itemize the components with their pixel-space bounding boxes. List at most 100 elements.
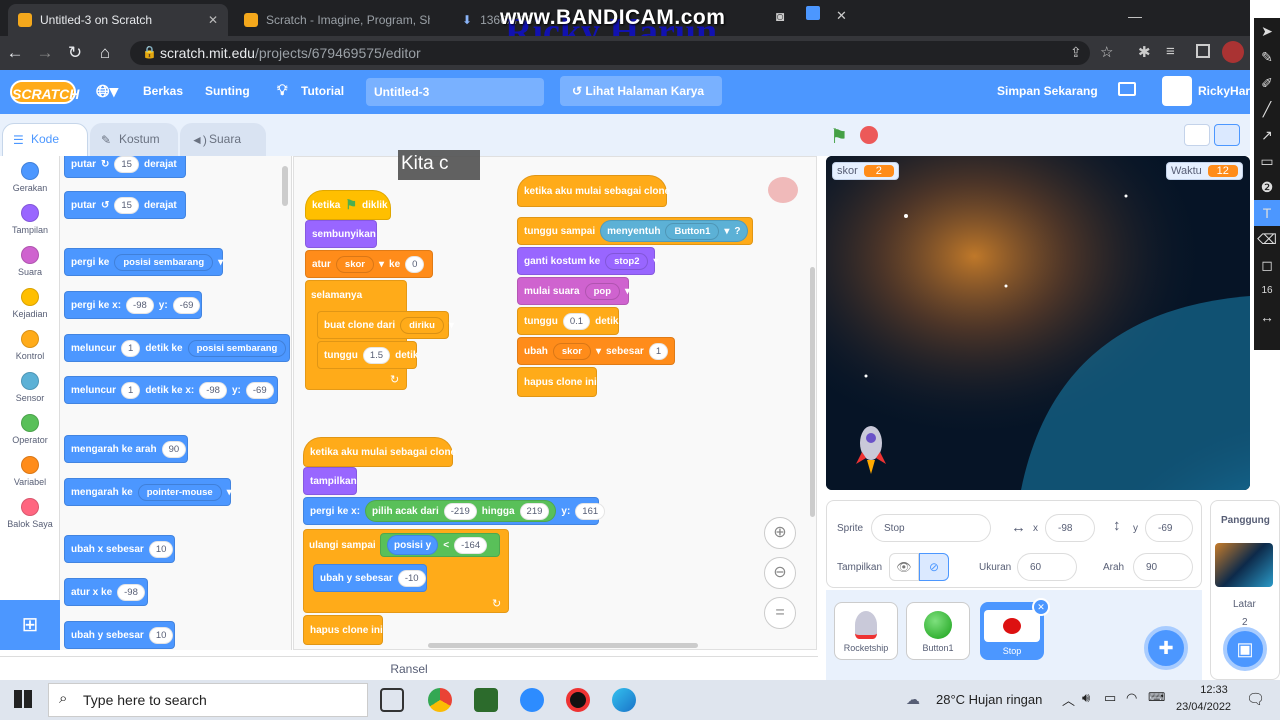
pen-size-value[interactable]: 16 [1254,278,1280,304]
hide-eye-icon[interactable]: ⊘ [919,553,949,581]
zoom-in-icon[interactable]: ⊕ [764,517,796,549]
browser-tab-scratch-editor[interactable]: Untitled-3 on Scratch ✕ [8,4,228,36]
scratch-logo[interactable]: SCRATCH [10,80,79,104]
extensions-icon[interactable]: ✱ [1138,43,1151,61]
block-set-x[interactable]: atur x ke -98 [64,578,148,606]
clock-date[interactable]: 23/04/2022 [1176,701,1231,713]
sprite-tile-rocketship[interactable]: Rocketship [834,602,898,660]
share-icon[interactable]: ⇪ [1070,44,1082,61]
weather-text[interactable]: 28°C Hujan ringan [936,692,1042,707]
zoom-out-icon[interactable]: ⊖ [764,557,796,589]
rectangle-icon[interactable]: ▭ [1254,148,1280,174]
wifi-icon[interactable]: ◠ [1126,690,1137,706]
tray-chevron-icon[interactable]: ︿ [1062,690,1075,709]
stage-target-panel[interactable]: Panggung Latar 2 ▣ [1210,500,1280,680]
block-y-position[interactable]: posisi y [387,535,439,555]
palette-scrollbar[interactable] [282,166,288,206]
back-icon[interactable]: ← [0,43,30,63]
username[interactable]: RickyHaru [1198,84,1257,98]
category-control[interactable]: Kontrol [0,330,60,361]
vertical-scrollbar[interactable] [810,267,815,517]
task-view-icon[interactable] [380,688,404,712]
category-looks[interactable]: Tampilan [0,204,60,235]
category-motion[interactable]: Gerakan [0,162,60,193]
marker-icon[interactable]: ✐ [1254,70,1280,96]
block-glide-xy[interactable]: meluncur 1 detik ke x: -98 y: -69 [64,376,278,404]
block-point-direction[interactable]: mengarah ke arah 90 [64,435,188,463]
chrome-icon[interactable] [428,688,452,712]
block-point-towards[interactable]: mengarah ke pointer-mouse ▾ [64,478,232,506]
block-switch-costume[interactable]: ganti kostum ke stop2 ▾ [517,247,659,275]
small-stage-button[interactable] [1184,124,1210,146]
add-extension-button[interactable]: ⊞ [0,600,60,650]
camera-icon[interactable]: ◙ [776,8,784,24]
block-wait-until[interactable]: tunggu sampai menyentuh Button1 ▾? [517,217,753,245]
expand-icon[interactable]: ↔ [1254,304,1280,330]
media-icon[interactable]: ≡ [1166,43,1175,60]
block-less-than[interactable]: posisi y < -164 [380,533,500,557]
tab-sounds[interactable]: ◄) Suara [180,123,266,157]
sidepanel-icon[interactable] [1196,44,1210,58]
block-touching[interactable]: menyentuh Button1 ▾? [600,220,748,242]
block-wait[interactable]: tunggu 0.1 detik [517,307,619,335]
hat-when-flag-clicked[interactable]: ketika ⚑ diklik [305,190,391,220]
backpack[interactable]: Ransel [0,656,818,680]
block-glide-to[interactable]: meluncur1detik keposisi sembarang▾ [64,334,290,362]
direction-input[interactable]: 90 [1133,553,1193,581]
block-delete-clone[interactable]: hapus clone ini [517,367,597,397]
edge-icon[interactable] [612,688,636,712]
pencil-icon[interactable]: ✎ [1254,44,1280,70]
zoom-app-icon[interactable] [520,688,544,712]
language-icon[interactable]: ⌨ [1148,690,1165,704]
tab-code[interactable]: ☰ Kode [2,123,88,157]
stop-icon[interactable] [860,126,878,144]
sprite-tile-button1[interactable]: Button1 [906,602,970,660]
browser-tab-scratch-home[interactable]: Scratch - Imagine, Program, Sh✕ [234,4,430,36]
green-flag-icon[interactable]: ⚑ [830,124,848,149]
delete-sprite-icon[interactable]: ✕ [1032,598,1050,616]
x-input[interactable]: -98 [1045,514,1095,542]
menu-file[interactable]: Berkas [143,84,183,98]
block-goto-xy[interactable]: pergi ke x: -98 y: -69 [64,291,202,319]
block-set-variable[interactable]: atur skor ▾ ke 0 [305,250,433,278]
stage-canvas[interactable]: skor 2 Waktu 12 [826,156,1250,490]
block-wait[interactable]: tunggu 1.5 detik [317,341,418,369]
category-my-blocks[interactable]: Balok Saya [0,498,60,529]
user-avatar[interactable] [1162,76,1192,106]
hat-when-start-as-clone[interactable]: ketika aku mulai sebagai clone [517,175,670,207]
block-change-variable[interactable]: ubah skor ▾ sebesar 1 [517,337,675,365]
bookmark-star-icon[interactable]: ☆ [1100,43,1113,61]
see-project-page-button[interactable]: ↺ Lihat Halaman Karya [560,76,722,106]
block-goto[interactable]: pergi ke posisi sembarang ▾ [64,248,223,276]
close-tab-icon[interactable]: ✕ [208,13,218,27]
hat-when-start-as-clone[interactable]: ketika aku mulai sebagai clone [303,437,456,467]
bandicam-icon[interactable] [566,688,590,712]
number-icon[interactable]: ❷ [1254,174,1280,200]
language-globe-icon[interactable]: 🌐︎▾ [96,82,118,102]
block-pick-random[interactable]: pilih acak dari -219 hingga 219 [365,500,557,522]
block-change-y[interactable]: ubah y sebesar 10 [64,621,175,649]
block-goto-xy[interactable]: pergi ke x: pilih acak dari -219 hingga 219 y… [303,497,606,525]
eraser-icon[interactable]: ⌫ [1254,226,1280,252]
close-icon[interactable]: ✕ [836,8,847,24]
pen-icon[interactable] [806,6,820,20]
category-variables[interactable]: Variabel [0,456,60,487]
show-visible-eye-icon[interactable]: 👁︎ [889,553,919,581]
battery-icon[interactable]: ▭ [1104,690,1116,706]
category-sound[interactable]: Suara [0,246,60,277]
zoom-reset-icon[interactable]: = [764,597,796,629]
horizontal-scrollbar[interactable] [428,643,698,648]
menu-edit[interactable]: Sunting [205,84,250,98]
profile-avatar[interactable] [1222,41,1244,63]
block-create-clone[interactable]: buat clone dari diriku ▾ [317,311,454,339]
text-tool-icon[interactable]: T [1254,200,1280,226]
cursor-icon[interactable]: ➤ [1254,18,1280,44]
reload-icon[interactable]: ↻ [60,43,90,63]
block-turn-right[interactable]: putar ↻ 15 derajat [64,156,186,178]
block-hide[interactable]: sembunyikan [305,220,377,248]
category-events[interactable]: Kejadian [0,288,60,319]
block-delete-clone[interactable]: hapus clone ini [303,615,383,645]
category-sensing[interactable]: Sensor [0,372,60,403]
save-now-button[interactable]: Simpan Sekarang [997,84,1098,98]
choose-backdrop-button[interactable]: ▣ [1223,627,1267,671]
